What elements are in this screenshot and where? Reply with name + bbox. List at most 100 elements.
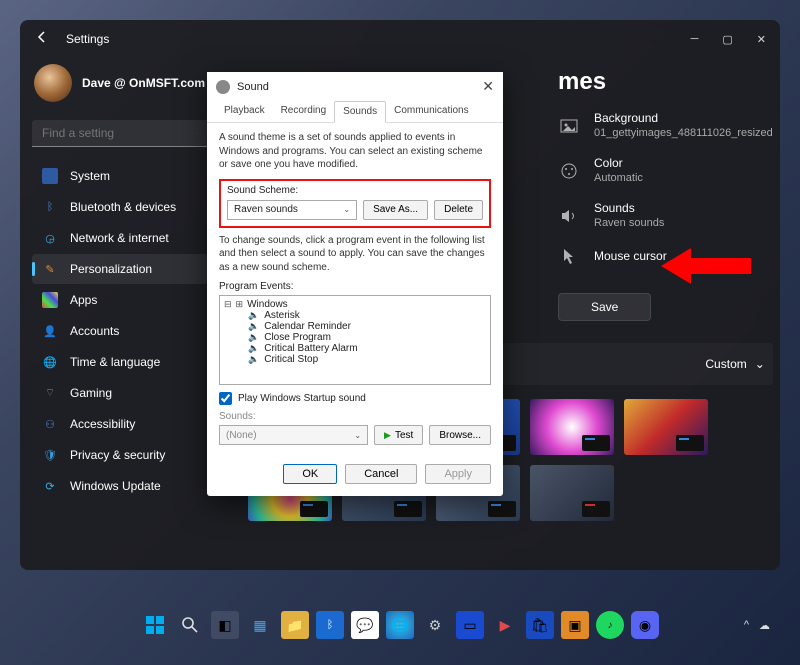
nav-gaming[interactable]: ⌔Gaming bbox=[32, 378, 208, 408]
edge-icon[interactable]: 🌐 bbox=[386, 611, 414, 639]
tab-sounds[interactable]: Sounds bbox=[334, 101, 386, 123]
save-button[interactable]: Save bbox=[558, 293, 651, 321]
ok-button[interactable]: OK bbox=[283, 464, 337, 484]
nav-personalization[interactable]: ✎Personalization bbox=[32, 254, 208, 284]
globe-icon: 🌐 bbox=[42, 354, 58, 370]
app-icon[interactable]: ▶ bbox=[491, 611, 519, 639]
spotify-icon[interactable]: ♪ bbox=[596, 611, 624, 639]
startup-sound-checkbox[interactable] bbox=[219, 392, 232, 405]
sound-event-icon: 🔈 bbox=[248, 332, 259, 343]
save-as-button[interactable]: Save As... bbox=[363, 200, 428, 220]
avatar bbox=[34, 64, 72, 102]
system-tray[interactable]: ^ ☁ bbox=[744, 619, 770, 632]
dialog-tabs: Playback Recording Sounds Communications bbox=[207, 101, 503, 123]
palette-icon bbox=[558, 160, 580, 182]
sound-dialog-icon bbox=[216, 80, 230, 94]
search-input[interactable] bbox=[42, 126, 197, 140]
close-icon[interactable]: ✕ bbox=[757, 33, 766, 46]
nav-accessibility[interactable]: ⚇Accessibility bbox=[32, 409, 208, 439]
sounds-dropdown: (None)⌄ bbox=[219, 425, 368, 445]
sound-dialog: Sound ✕ Playback Recording Sounds Commun… bbox=[207, 72, 503, 496]
play-icon: ▶ bbox=[384, 430, 391, 441]
titlebar: Settings ─ ▢ ✕ bbox=[20, 20, 780, 58]
arrow-annotation bbox=[661, 248, 751, 289]
events-listbox[interactable]: ⊟⊞Windows 🔈Asterisk 🔈Calendar Reminder 🔈… bbox=[219, 295, 491, 385]
user-header[interactable]: Dave @ OnMSFT.com bbox=[32, 64, 208, 102]
person-icon: 👤 bbox=[42, 323, 58, 339]
apps-icon bbox=[42, 292, 58, 308]
start-button[interactable] bbox=[141, 611, 169, 639]
shield-icon: 🛡 bbox=[42, 447, 58, 463]
tree-collapse-icon[interactable]: ⊟ bbox=[224, 299, 232, 310]
wifi-icon: ◶ bbox=[42, 230, 58, 246]
brush-icon: ✎ bbox=[42, 261, 58, 277]
chevron-up-icon[interactable]: ^ bbox=[744, 619, 749, 631]
theme-thumb[interactable] bbox=[530, 465, 614, 521]
sound-event-icon: 🔈 bbox=[248, 321, 259, 332]
opt-background[interactable]: Background01_gettyimages_488111026_resiz… bbox=[558, 110, 773, 141]
cancel-button[interactable]: Cancel bbox=[345, 464, 417, 484]
scheme-label: Sound Scheme: bbox=[227, 185, 483, 196]
browse-button[interactable]: Browse... bbox=[429, 425, 491, 445]
nav-apps[interactable]: Apps bbox=[32, 285, 208, 315]
scheme-dropdown[interactable]: Raven sounds⌄ bbox=[227, 200, 357, 220]
back-icon[interactable] bbox=[34, 29, 52, 50]
dialog-title: Sound bbox=[237, 81, 269, 93]
apply-button[interactable]: Apply bbox=[425, 464, 491, 484]
nav-system[interactable]: System bbox=[32, 161, 208, 191]
nav-accounts[interactable]: 👤Accounts bbox=[32, 316, 208, 346]
explorer-icon[interactable]: 📁 bbox=[281, 611, 309, 639]
opt-sounds[interactable]: SoundsRaven sounds bbox=[558, 200, 773, 231]
taskbar: ◧ ▦ 📁 ᛒ 💬 🌐 ⚙ ▭ ▶ 🛍 ▣ ♪ ◉ ^ ☁ bbox=[0, 603, 800, 647]
sound-event-icon: 🔈 bbox=[248, 310, 259, 321]
opt-color[interactable]: ColorAutomatic bbox=[558, 155, 773, 186]
store-icon[interactable]: 🛍 bbox=[526, 611, 554, 639]
tab-recording[interactable]: Recording bbox=[273, 101, 335, 122]
sounds-label: Sounds: bbox=[219, 411, 491, 422]
maximize-icon[interactable]: ▢ bbox=[722, 33, 732, 46]
theme-thumb[interactable] bbox=[624, 399, 708, 455]
gaming-icon: ⌔ bbox=[42, 385, 58, 401]
search-box[interactable] bbox=[32, 120, 208, 147]
bluetooth-icon: ᛒ bbox=[42, 199, 58, 215]
search-icon bbox=[197, 127, 198, 139]
system-icon bbox=[42, 168, 58, 184]
windows-icon: ⊞ bbox=[236, 299, 244, 310]
widgets-icon[interactable]: ▦ bbox=[246, 611, 274, 639]
teams-icon[interactable]: 💬 bbox=[351, 611, 379, 639]
chevron-down-icon: ⌄ bbox=[343, 205, 350, 214]
window-title: Settings bbox=[66, 32, 109, 46]
chevron-down-icon: ⌄ bbox=[755, 357, 765, 371]
bluetooth-app-icon[interactable]: ᛒ bbox=[316, 611, 344, 639]
nav-privacy[interactable]: 🛡Privacy & security bbox=[32, 440, 208, 470]
app-icon[interactable]: ▭ bbox=[456, 611, 484, 639]
page-title: mes bbox=[558, 68, 773, 96]
tab-communications[interactable]: Communications bbox=[386, 101, 476, 122]
nav-time[interactable]: 🌐Time & language bbox=[32, 347, 208, 377]
dialog-close-icon[interactable]: ✕ bbox=[482, 78, 494, 95]
cloud-icon[interactable]: ☁ bbox=[759, 619, 770, 632]
image-icon bbox=[558, 115, 580, 137]
scheme-note: A sound theme is a set of sounds applied… bbox=[219, 131, 491, 172]
app-icon[interactable]: ▣ bbox=[561, 611, 589, 639]
nav-bluetooth[interactable]: ᛒBluetooth & devices bbox=[32, 192, 208, 222]
theme-thumb[interactable] bbox=[530, 399, 614, 455]
sound-event-icon: 🔈 bbox=[248, 343, 259, 354]
username: Dave @ OnMSFT.com bbox=[82, 76, 205, 90]
update-icon: ⟳ bbox=[42, 478, 58, 494]
discord-icon[interactable]: ◉ bbox=[631, 611, 659, 639]
settings-icon[interactable]: ⚙ bbox=[421, 611, 449, 639]
events-label: Program Events: bbox=[219, 281, 491, 292]
nav-network[interactable]: ◶Network & internet bbox=[32, 223, 208, 253]
minimize-icon[interactable]: ─ bbox=[691, 33, 699, 46]
tab-playback[interactable]: Playback bbox=[216, 101, 273, 122]
delete-button[interactable]: Delete bbox=[434, 200, 483, 220]
accessibility-icon: ⚇ bbox=[42, 416, 58, 432]
nav-update[interactable]: ⟳Windows Update bbox=[32, 471, 208, 501]
chevron-down-icon: ⌄ bbox=[354, 431, 361, 440]
cursor-icon bbox=[558, 245, 580, 267]
search-icon[interactable] bbox=[176, 611, 204, 639]
taskview-icon[interactable]: ◧ bbox=[211, 611, 239, 639]
scheme-highlight: Sound Scheme: Raven sounds⌄ Save As... D… bbox=[219, 179, 491, 228]
test-button[interactable]: ▶Test bbox=[374, 425, 423, 445]
